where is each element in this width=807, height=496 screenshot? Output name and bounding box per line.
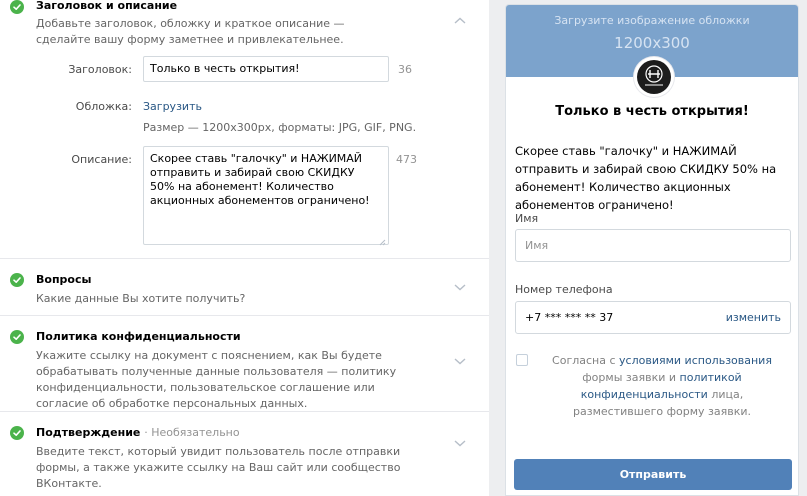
form-title: Только в честь открытия! xyxy=(555,104,749,119)
section-header-description: Заголовок и описание Добавьте заголовок,… xyxy=(0,0,489,259)
section-desc: Укажите ссылку на документ с пояснением,… xyxy=(36,349,397,410)
consent-pre: Согласна с xyxy=(552,354,616,367)
section-desc: Введите текст, который увидит пользовате… xyxy=(36,445,401,490)
form-description: Скорее ставь "галочку" и НАЖИМАЙ отправи… xyxy=(515,144,777,212)
title-counter: 36 xyxy=(398,63,412,76)
name-input[interactable]: Имя xyxy=(515,229,791,262)
name-placeholder: Имя xyxy=(525,239,549,252)
chevron-down-icon[interactable] xyxy=(453,354,467,368)
section-title-text: Подтверждение xyxy=(36,426,141,439)
consent-checkbox[interactable] xyxy=(516,354,528,366)
fitness-logo-icon xyxy=(637,60,671,94)
phone-input[interactable]: +7 *** *** ** 37 изменить xyxy=(515,301,791,334)
consent-mid: формы заявки и xyxy=(582,371,677,384)
chevron-down-icon[interactable] xyxy=(453,280,467,294)
section-title: Вопросы xyxy=(36,273,92,286)
cover-hint: Размер — 1200x300px, форматы: JPG, GIF, … xyxy=(143,121,417,134)
change-phone-link[interactable]: изменить xyxy=(726,311,781,324)
upload-cover-link[interactable]: Загрузить xyxy=(143,100,202,113)
section-title: Заголовок и описание xyxy=(36,0,178,12)
cover-upload-text: Загрузите изображение обложки xyxy=(554,14,750,27)
section-privacy-policy[interactable]: Политика конфиденциальности Укажите ссыл… xyxy=(0,316,489,412)
community-avatar xyxy=(634,57,674,97)
name-label: Имя xyxy=(515,212,539,225)
phone-value: +7 *** *** ** 37 xyxy=(525,311,614,324)
consent-text: Согласна с условиями использования формы… xyxy=(534,352,790,420)
optional-badge: · Необязательно xyxy=(144,426,240,439)
section-desc: Какие данные Вы хотите получить? xyxy=(36,292,246,305)
form-preview: Загрузите изображение обложки 1200x300 Т… xyxy=(505,4,799,496)
submit-button[interactable]: Отправить xyxy=(514,459,792,490)
section-desc: Добавьте заголовок, обложку и краткое оп… xyxy=(36,17,345,46)
chevron-down-icon[interactable] xyxy=(453,436,467,450)
cover-label: Обложка: xyxy=(75,100,132,113)
section-confirmation[interactable]: Подтверждение · Необязательно Введите те… xyxy=(0,412,489,496)
check-icon xyxy=(10,426,24,440)
check-icon xyxy=(10,330,24,344)
section-title: Политика конфиденциальности xyxy=(36,330,241,343)
form-editor-panel: Заголовок и описание Добавьте заголовок,… xyxy=(0,0,489,496)
title-input[interactable]: Только в честь открытия! xyxy=(143,56,389,82)
phone-label: Номер телефона xyxy=(515,283,613,296)
section-questions[interactable]: Вопросы Какие данные Вы хотите получить? xyxy=(0,259,489,316)
description-label: Описание: xyxy=(71,153,132,166)
terms-link[interactable]: условиями использования xyxy=(619,354,772,367)
section-title: Подтверждение · Необязательно xyxy=(36,426,240,439)
chevron-up-icon[interactable] xyxy=(453,14,467,28)
description-textarea[interactable]: Скорее ставь "галочку" и НАЖИМАЙ отправи… xyxy=(143,146,389,245)
check-icon xyxy=(10,273,24,287)
title-label: Заголовок: xyxy=(68,63,132,76)
check-icon xyxy=(10,0,24,14)
resize-handle-icon[interactable] xyxy=(378,235,386,246)
cover-size-text: 1200x300 xyxy=(614,34,690,52)
description-counter: 473 xyxy=(396,153,417,166)
